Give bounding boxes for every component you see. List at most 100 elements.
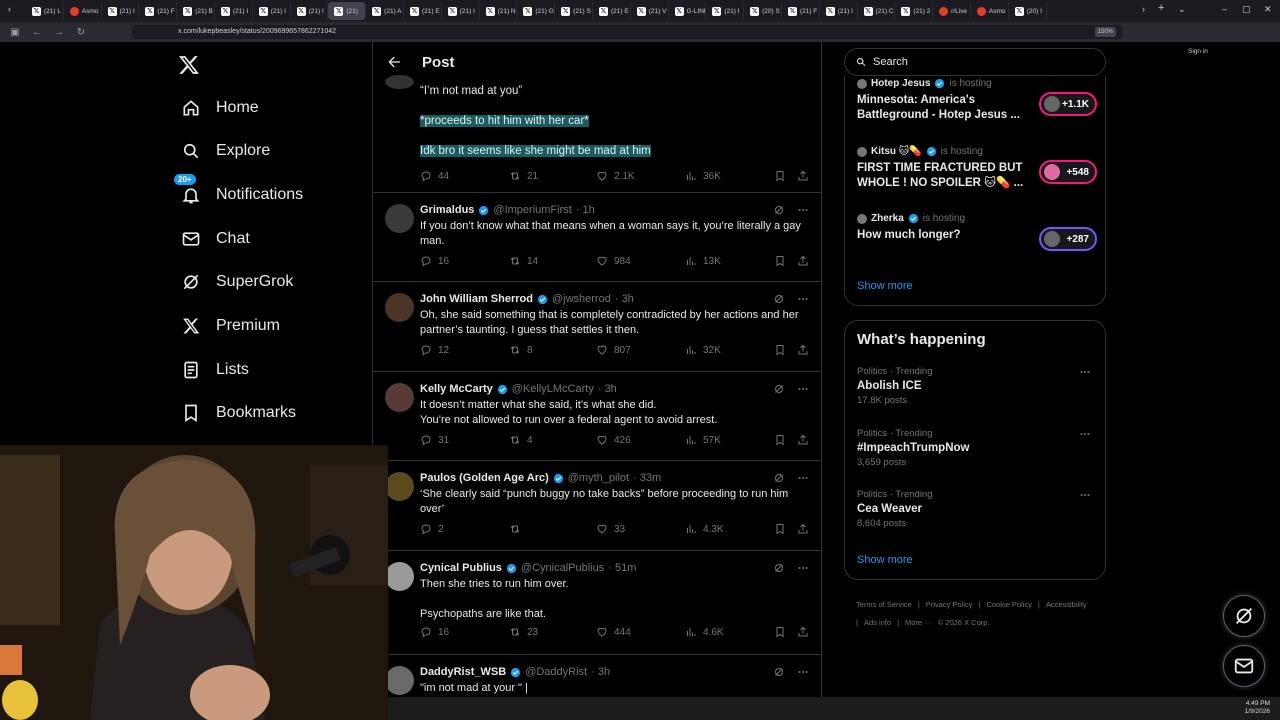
avatar[interactable] bbox=[385, 383, 414, 412]
minimize-button[interactable]: – bbox=[1222, 4, 1227, 14]
footer-link[interactable]: Cookie Policy bbox=[986, 600, 1031, 609]
share-button[interactable] bbox=[797, 626, 809, 638]
footer-link[interactable]: Privacy Policy bbox=[926, 600, 973, 609]
browser-tab[interactable]: 𝕏 (21) L bbox=[26, 2, 64, 20]
author-handle[interactable]: @KellyLMcCarty bbox=[512, 383, 594, 395]
browser-tab[interactable]: 𝕏 (21) V bbox=[631, 2, 669, 20]
avatar[interactable] bbox=[385, 293, 414, 322]
zoom-level[interactable]: 150% bbox=[1094, 27, 1116, 37]
footer-link[interactable]: © 2026 X Corp. bbox=[938, 618, 990, 627]
author-handle[interactable]: @myth_pilot bbox=[568, 472, 629, 484]
close-window-button[interactable]: ✕ bbox=[1264, 4, 1272, 15]
views-button[interactable]: 4.6K bbox=[685, 626, 724, 638]
trend-more-button[interactable] bbox=[1079, 489, 1091, 504]
signin-button[interactable]: Sign in bbox=[1188, 48, 1208, 55]
reply-button[interactable]: 2 bbox=[420, 523, 444, 535]
views-button[interactable]: 32K bbox=[685, 344, 721, 356]
author-name[interactable]: DaddyRist_WSB bbox=[420, 666, 506, 678]
author-handle[interactable]: @ImperiumFirst bbox=[493, 204, 571, 216]
browser-tab[interactable]: 𝕏 (21) A bbox=[366, 2, 404, 20]
browser-tab[interactable]: 𝕏 (21) F bbox=[139, 2, 178, 20]
repost-button[interactable]: 21 bbox=[509, 170, 538, 182]
live-space-item[interactable]: Zherka is hosting How much longer? +287 bbox=[857, 213, 1097, 251]
url-field[interactable]: x.com/lukepbeasley/status/20096996578622… bbox=[132, 25, 1122, 39]
author-name[interactable]: Cynical Publius bbox=[420, 562, 502, 574]
views-button[interactable]: 57K bbox=[685, 434, 721, 446]
reply-post[interactable]: DaddyRist_WSB @DaddyRist · 3h "im not ma… bbox=[373, 655, 821, 700]
live-space-item[interactable]: Hotep Jesus is hosting Minnesota: Americ… bbox=[857, 78, 1097, 123]
footer-link[interactable]: Ads info bbox=[864, 618, 891, 627]
messages-fab-button[interactable] bbox=[1223, 645, 1265, 687]
author-name[interactable]: John William Sherrod bbox=[420, 293, 533, 305]
avatar[interactable] bbox=[385, 204, 414, 233]
browser-tab[interactable]: 𝕏 (21) E bbox=[404, 2, 442, 20]
spaces-show-more-link[interactable]: Show more bbox=[857, 280, 913, 292]
forward-nav-icon[interactable]: → bbox=[52, 27, 66, 38]
sidebar-toggle-icon[interactable]: ▣ bbox=[8, 27, 22, 38]
tab-scroll-right-icon[interactable]: › bbox=[1142, 4, 1145, 14]
reply-post[interactable]: Paulos (Golden Age Arc) @myth_pilot · 33… bbox=[373, 461, 821, 551]
maximize-button[interactable]: ▢ bbox=[1242, 4, 1251, 15]
like-button[interactable]: 426 bbox=[596, 434, 631, 446]
reply-button[interactable]: 16 bbox=[420, 255, 449, 267]
post-time[interactable]: · 51m bbox=[608, 562, 636, 574]
avatar[interactable] bbox=[385, 666, 414, 695]
nav-item-supergrok[interactable]: SuperGrok bbox=[180, 271, 293, 293]
browser-tab[interactable]: 𝕏 (20) S bbox=[744, 2, 782, 20]
bookmark-button[interactable] bbox=[774, 255, 786, 267]
nav-item-chat[interactable]: Chat bbox=[180, 228, 250, 250]
avatar[interactable] bbox=[385, 472, 414, 501]
tab-list-button[interactable]: ⌄ bbox=[1178, 4, 1186, 15]
reply-post[interactable]: Cynical Publius @CynicalPublius · 51m Th… bbox=[373, 551, 821, 655]
browser-tab[interactable]: 𝕏 (21) I bbox=[291, 2, 329, 20]
footer-link[interactable]: Accessibility bbox=[1046, 600, 1087, 609]
back-arrow-icon[interactable] bbox=[386, 54, 402, 70]
share-button[interactable] bbox=[797, 255, 809, 267]
author-name[interactable]: Kelly McCarty bbox=[420, 383, 493, 395]
bookmark-button[interactable] bbox=[774, 523, 786, 535]
share-button[interactable] bbox=[797, 523, 809, 535]
bookmark-button[interactable] bbox=[774, 626, 786, 638]
footer-link[interactable]: Terms of Service bbox=[856, 600, 912, 609]
listener-count-pill[interactable]: +1.1K bbox=[1039, 92, 1097, 116]
bookmark-button[interactable] bbox=[774, 170, 786, 182]
repost-button[interactable]: 23 bbox=[509, 626, 538, 638]
footer-link[interactable]: More ··· bbox=[905, 618, 932, 627]
like-button[interactable]: 444 bbox=[596, 626, 631, 638]
repost-button[interactable] bbox=[509, 523, 527, 535]
author-name[interactable]: Grimaldus bbox=[420, 204, 474, 216]
grok-fab-button[interactable] bbox=[1223, 595, 1265, 637]
author-name[interactable]: Paulos (Golden Age Arc) bbox=[420, 472, 549, 484]
nav-item-lists[interactable]: Lists bbox=[180, 359, 249, 381]
back-nav-icon[interactable]: ← bbox=[30, 27, 44, 38]
nav-item-premium[interactable]: Premium bbox=[180, 315, 280, 337]
top-post[interactable]: “I’m not mad at you” *proceeds to hit hi… bbox=[373, 75, 821, 193]
repost-button[interactable]: 14 bbox=[509, 255, 538, 267]
browser-tab[interactable]: 𝕏 (21) G bbox=[517, 2, 556, 20]
repost-button[interactable]: 4 bbox=[509, 434, 533, 446]
browser-tab[interactable]: 𝕏 (21) I bbox=[820, 2, 858, 20]
reply-button[interactable]: 16 bbox=[420, 626, 449, 638]
like-button[interactable]: 2.1K bbox=[596, 170, 635, 182]
post-time[interactable]: · 3h bbox=[591, 666, 610, 678]
search-input[interactable]: Search bbox=[844, 48, 1106, 76]
browser-tab[interactable]: 𝕏 (21) F bbox=[782, 2, 820, 20]
nav-item-explore[interactable]: Explore bbox=[180, 140, 270, 162]
post-time[interactable]: · 33m bbox=[633, 472, 661, 484]
reply-post[interactable]: John William Sherrod @jwsherrod · 3h Oh,… bbox=[373, 282, 821, 372]
browser-tab[interactable]: 𝕏 (21) N bbox=[480, 2, 518, 20]
bookmark-button[interactable] bbox=[774, 434, 786, 446]
browser-tab[interactable]: 𝕏 (21) I bbox=[706, 2, 745, 20]
post-time[interactable]: · 3h bbox=[598, 383, 617, 395]
browser-tab[interactable]: 𝕏 (20) I bbox=[1009, 2, 1047, 20]
share-button[interactable] bbox=[797, 344, 809, 356]
browser-tab[interactable]: 𝕏 (21) 2 bbox=[895, 2, 934, 20]
author-handle[interactable]: @CynicalPublius bbox=[521, 562, 604, 574]
repost-button[interactable]: 8 bbox=[509, 344, 533, 356]
post-time[interactable]: · 1h bbox=[576, 204, 595, 216]
reply-post[interactable]: Kelly McCarty @KellyLMcCarty · 3h It doe… bbox=[373, 372, 821, 461]
trends-show-more-link[interactable]: Show more bbox=[857, 554, 913, 566]
trend-item[interactable]: Politics · Trending #ImpeachTrumpNow 3,6… bbox=[857, 428, 1097, 468]
browser-tab[interactable]: r/Live bbox=[933, 2, 971, 20]
author-handle[interactable]: @jwsherrod bbox=[552, 293, 611, 305]
